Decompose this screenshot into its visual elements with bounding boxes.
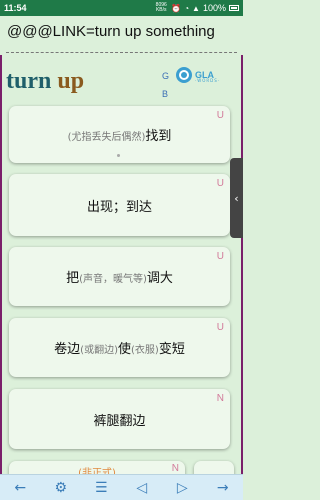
badge: N bbox=[171, 463, 179, 474]
gb-label-g: G bbox=[162, 71, 170, 81]
badge: U bbox=[216, 178, 224, 189]
network-speed: 8096 KB/s bbox=[155, 2, 167, 13]
sense-note: (衣服) bbox=[131, 345, 159, 356]
list-icon[interactable]: ☰ bbox=[90, 480, 112, 496]
header: @@@LINK=turn up something bbox=[0, 16, 243, 55]
status-icons: 8096 KB/s ⏰ ◔ ▲ 100% bbox=[154, 3, 239, 13]
sense-text: (尤指丢失后偶然)找到 bbox=[68, 125, 172, 144]
sense-card[interactable]: N 裤腿翻边 bbox=[9, 389, 230, 449]
side-drawer-handle[interactable]: ‹ bbox=[230, 158, 243, 238]
chevron-left-icon: ‹ bbox=[234, 191, 239, 205]
forward-arrow-icon[interactable]: → bbox=[212, 480, 234, 496]
sense-note: (尤指丢失后偶然) bbox=[67, 132, 146, 143]
sense-main: 调大 bbox=[146, 271, 173, 286]
battery-percent: 100% bbox=[202, 3, 226, 13]
sense-main: 裤腿翻边 bbox=[93, 413, 146, 429]
sense-card[interactable]: U 出现；到达 bbox=[9, 174, 230, 236]
status-bar: 11:54 8096 KB/s ⏰ ◔ ▲ 100% bbox=[0, 0, 243, 16]
headword-part-1: turn bbox=[6, 68, 52, 94]
gb-label: G B bbox=[162, 67, 169, 103]
status-time: 11:54 bbox=[4, 3, 27, 13]
sense-main: 出现；到达 bbox=[86, 199, 152, 215]
next-icon[interactable]: ▷ bbox=[171, 480, 193, 496]
sense-note: (或翻边) bbox=[80, 345, 118, 356]
battery-icon bbox=[229, 5, 239, 11]
headword: turn up bbox=[6, 68, 84, 95]
entry-header: turn up G B GLA ·WORDS· bbox=[0, 58, 243, 102]
sense-note: (声音，暖气等) bbox=[79, 274, 147, 285]
sense-text: 把(声音，暖气等)调大 bbox=[66, 267, 173, 286]
logo-subtext: ·WORDS· bbox=[195, 78, 221, 83]
header-divider bbox=[6, 52, 237, 53]
prev-icon[interactable]: ◁ bbox=[131, 480, 153, 496]
scroll-dot bbox=[117, 154, 120, 157]
sense-main: 把 bbox=[66, 271, 80, 286]
badge: U bbox=[216, 110, 224, 121]
back-arrow-icon[interactable]: ← bbox=[9, 480, 31, 496]
badge: U bbox=[216, 251, 224, 262]
page-title[interactable]: @@@LINK=turn up something bbox=[7, 23, 215, 40]
signal-icon: ▲ bbox=[192, 3, 200, 13]
sense-main: 使 bbox=[117, 342, 131, 357]
sense-card[interactable]: U (尤指丢失后偶然)找到 bbox=[9, 106, 230, 163]
alarm-icon: ⏰ bbox=[171, 3, 182, 13]
bottom-nav: ← ⚙ ☰ ◁ ▷ → bbox=[0, 474, 243, 500]
headword-part-2: up bbox=[57, 68, 85, 94]
badge: U bbox=[216, 322, 224, 333]
glade-logo: GLA ·WORDS· bbox=[175, 66, 219, 84]
sense-main: 变短 bbox=[158, 342, 185, 357]
wifi-icon: ◔ bbox=[184, 3, 190, 13]
gb-label-b: B bbox=[162, 89, 169, 99]
settings-icon[interactable]: ⚙ bbox=[50, 480, 72, 496]
glade-logo-icon bbox=[176, 67, 192, 83]
sense-card[interactable]: U 把(声音，暖气等)调大 bbox=[9, 247, 230, 306]
badge: N bbox=[216, 393, 224, 404]
sense-card[interactable]: U 卷边(或翻边)使(衣服)变短 bbox=[9, 318, 230, 377]
sense-main: 找到 bbox=[145, 129, 172, 144]
sense-text: 卷边(或翻边)使(衣服)变短 bbox=[54, 338, 185, 357]
sense-main: 卷边 bbox=[54, 342, 81, 357]
